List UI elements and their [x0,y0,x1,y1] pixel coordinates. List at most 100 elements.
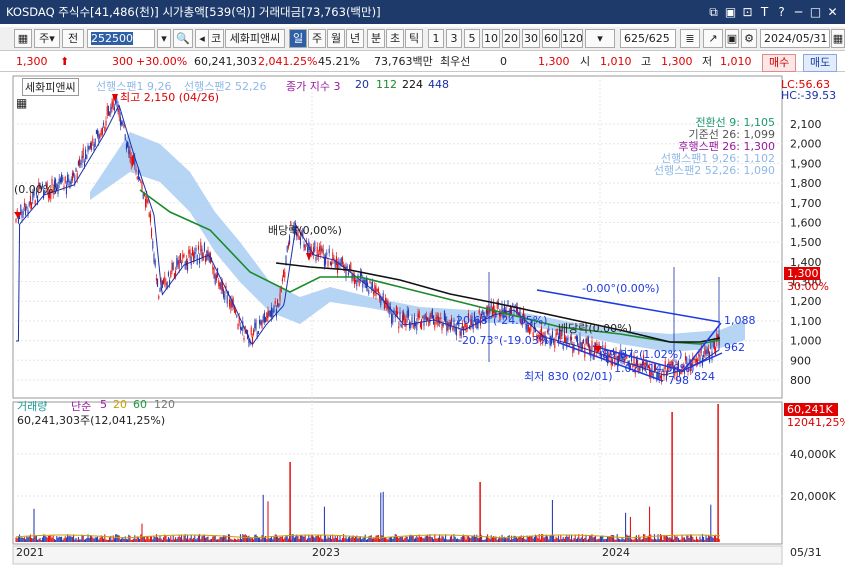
prev-button[interactable]: 전 [62,29,84,48]
volume-bar [644,534,646,542]
interval-3[interactable]: 3 [446,29,462,48]
volume-bar [358,537,360,542]
volume-bar [669,537,671,542]
candle-body [698,353,700,357]
screen-icon[interactable]: ▣ [724,5,737,20]
calendar-icon[interactable]: ▦ [831,29,845,48]
trend-tool-icon[interactable]: ↗ [703,29,723,48]
volume-bar [295,536,297,542]
date-field[interactable]: 2024/05/31 [760,29,830,48]
period-second[interactable]: 초 [386,29,404,48]
candle-body [452,327,454,330]
stock-name-field[interactable]: 세화피앤씨 [225,29,285,48]
interval-120[interactable]: 120 [561,29,583,48]
volume-bar [207,536,209,542]
candle-body [81,155,83,163]
interval-30[interactable]: 30 [522,29,540,48]
volume-bar [215,539,217,542]
candle-body [428,318,430,326]
volume-bar [386,538,388,542]
minimize-icon[interactable]: ─ [792,5,805,20]
candle-body [586,337,588,345]
search-icon[interactable]: 🔍 [173,29,193,48]
volume-bar [405,535,407,542]
candle-body [447,321,449,331]
volume-bar [574,534,576,542]
close-icon[interactable]: ✕ [826,5,839,20]
volume-bar [415,537,417,542]
candle-body [369,280,371,283]
help-icon[interactable]: ? [775,5,788,20]
volume-bar [388,537,390,542]
period-day[interactable]: 일 [289,29,307,48]
candle-body [188,249,190,254]
volume-bar [367,539,369,542]
capture-icon[interactable]: ⊡ [741,5,754,20]
interval-1[interactable]: 1 [428,29,444,48]
high-price: 1,300 [661,55,693,68]
price-legend-name[interactable]: 세화피앤씨 [22,78,79,96]
buy-button[interactable]: 매수 [762,54,797,72]
interval-60[interactable]: 60 [542,29,560,48]
candle-body [235,310,237,314]
volume-bar [621,538,623,542]
volume-bar [45,536,47,542]
turnover-pct: 45.21% [318,55,360,68]
sell-button[interactable]: 매도 [803,54,838,72]
interval-20[interactable]: 20 [502,29,520,48]
volume-bar [477,537,479,542]
candle-body [397,311,399,315]
period-minute[interactable]: 분 [367,29,385,48]
type-select[interactable]: 주▾ [34,29,60,48]
grid-menu-icon[interactable]: ▦ [14,29,32,48]
font-icon[interactable]: T [758,5,771,20]
stock-code-input[interactable]: 252500 [87,29,155,48]
volume-bar [657,534,659,542]
speaker-icon[interactable]: ◂ [195,29,209,48]
volume-bar [127,539,129,542]
volume-bar [376,535,378,542]
settings-icon[interactable]: ⚙ [741,29,757,48]
chart-type-icon[interactable]: ≣ [680,29,700,48]
candle-body [283,269,285,278]
maximize-icon[interactable]: □ [809,5,822,20]
candle-body [31,202,33,209]
count-field[interactable]: 625/625 [620,29,676,48]
custom-interval-select[interactable]: ▾ [585,29,615,48]
volume-bar [650,534,652,542]
volume-bar [177,537,179,542]
volume-bar [447,539,449,542]
save-icon[interactable]: ▣ [725,29,739,48]
volume-bar [272,539,274,542]
candle-body [237,324,239,329]
candle-body [106,106,108,116]
code-search-icon[interactable]: ▾ [157,29,171,48]
volume-bar [572,539,574,542]
volume-bar [208,539,210,542]
period-tick[interactable]: 틱 [405,29,423,48]
volume-bar [261,535,263,542]
volume-bar [16,538,18,542]
code-button[interactable]: 코 [208,29,224,48]
volume-bar [638,534,640,542]
volume-bar [99,537,101,542]
volume-bar [571,535,573,542]
volume-bar [305,539,307,542]
period-year[interactable]: 년 [346,29,364,48]
volume-bar [403,539,405,542]
period-week[interactable]: 주 [308,29,326,48]
volume-bar [349,535,351,542]
volume-bar [697,539,699,542]
restore-window-icon[interactable]: ⧉ [707,5,720,20]
volume-bar [347,537,349,542]
interval-5[interactable]: 5 [464,29,480,48]
volume-bar [124,536,126,542]
candle-body [430,312,432,317]
volume-bar [151,536,153,542]
interval-10[interactable]: 10 [482,29,500,48]
volume-bar [557,535,559,542]
period-month[interactable]: 월 [327,29,345,48]
volume-bar [448,539,450,542]
candle-body [57,184,59,194]
grid-toggle-icon[interactable]: ▦ [16,96,27,110]
